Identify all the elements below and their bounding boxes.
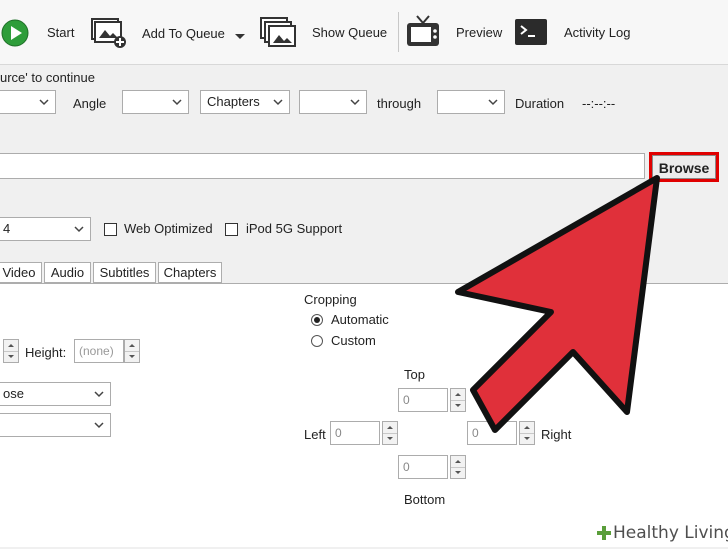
crop-right-label: Right [541, 427, 572, 442]
height-label: Height: [25, 345, 67, 360]
activity-log-button[interactable]: Activity Log [564, 25, 630, 40]
watermark-text: Healthy Living [613, 523, 728, 543]
start-button[interactable]: Start [47, 25, 74, 40]
start-icon[interactable] [0, 18, 30, 48]
crop-top-label: Top [404, 367, 425, 382]
crop-bottom-value: 0 [403, 460, 410, 474]
width-stepper[interactable] [3, 339, 19, 363]
destination-file-input[interactable] [0, 153, 645, 179]
angle-label: Angle [73, 96, 107, 111]
container-value: 4 [3, 221, 11, 236]
tab-subtitles[interactable]: Subtitles [93, 262, 156, 283]
crop-left-input[interactable]: 0 [330, 421, 380, 445]
show-queue-button[interactable]: Show Queue [312, 25, 387, 40]
height-placeholder: (none) [79, 344, 114, 358]
anamorphic-value: ose [3, 386, 24, 401]
crop-top-value: 0 [403, 393, 410, 407]
cropping-automatic-label: Automatic [331, 312, 389, 327]
chapter-start-select[interactable] [299, 90, 367, 114]
show-queue-icon[interactable] [258, 15, 298, 49]
angle-select[interactable] [122, 90, 189, 114]
browse-button[interactable]: Browse [649, 152, 719, 182]
crop-left-value: 0 [335, 426, 342, 440]
crop-left-stepper[interactable] [382, 421, 398, 445]
crop-top-stepper[interactable] [450, 388, 466, 412]
preview-button[interactable]: Preview [456, 25, 502, 40]
cropping-automatic-radio[interactable] [311, 314, 323, 326]
tab-chapters[interactable]: Chapters [158, 262, 222, 283]
crop-right-input[interactable]: 0 [467, 421, 517, 445]
cropping-custom-radio[interactable] [311, 335, 323, 347]
chapter-end-select[interactable] [437, 90, 505, 114]
crop-right-value: 0 [472, 426, 479, 440]
browse-button-label: Browse [652, 155, 716, 179]
ipod-5g-checkbox[interactable] [225, 223, 238, 236]
crop-bottom-input[interactable]: 0 [398, 455, 448, 479]
source-hint: urce' to continue [0, 70, 95, 85]
add-to-queue-icon[interactable] [90, 15, 128, 49]
anamorphic-select[interactable]: ose [0, 382, 111, 406]
modulus-select[interactable] [0, 413, 111, 437]
plus-icon [597, 526, 611, 540]
crop-bottom-label: Bottom [404, 492, 446, 507]
add-to-queue-dropdown-icon[interactable] [234, 29, 246, 39]
through-label: through [377, 96, 422, 111]
add-to-queue-button[interactable]: Add To Queue [142, 26, 225, 41]
tab-audio[interactable]: Audio [44, 262, 91, 283]
tab-video[interactable]: Video [0, 262, 42, 283]
web-optimized-label: Web Optimized [124, 221, 213, 236]
crop-top-input[interactable]: 0 [398, 388, 448, 412]
toolbar-separator [398, 12, 399, 52]
chapters-mode-select[interactable]: Chapters [200, 90, 290, 114]
crop-left-label: Left [304, 427, 326, 442]
duration-label: Duration [515, 96, 565, 111]
web-optimized-checkbox[interactable] [104, 223, 117, 236]
chapters-mode-value: Chapters [207, 94, 260, 109]
preview-icon[interactable] [404, 12, 442, 50]
activity-log-icon[interactable] [515, 19, 547, 45]
cropping-custom-label: Custom [331, 333, 376, 348]
crop-bottom-stepper[interactable] [450, 455, 466, 479]
crop-right-stepper[interactable] [519, 421, 535, 445]
height-input[interactable]: (none) [74, 339, 124, 363]
container-select[interactable]: 4 [0, 217, 91, 241]
duration-value: --:--:-- [582, 96, 616, 111]
ipod-5g-label: iPod 5G Support [246, 221, 343, 236]
healthy-living-watermark: Healthy Living [592, 520, 728, 546]
cropping-title: Cropping [304, 292, 357, 307]
title-select[interactable] [0, 90, 56, 114]
height-stepper[interactable] [124, 339, 140, 363]
